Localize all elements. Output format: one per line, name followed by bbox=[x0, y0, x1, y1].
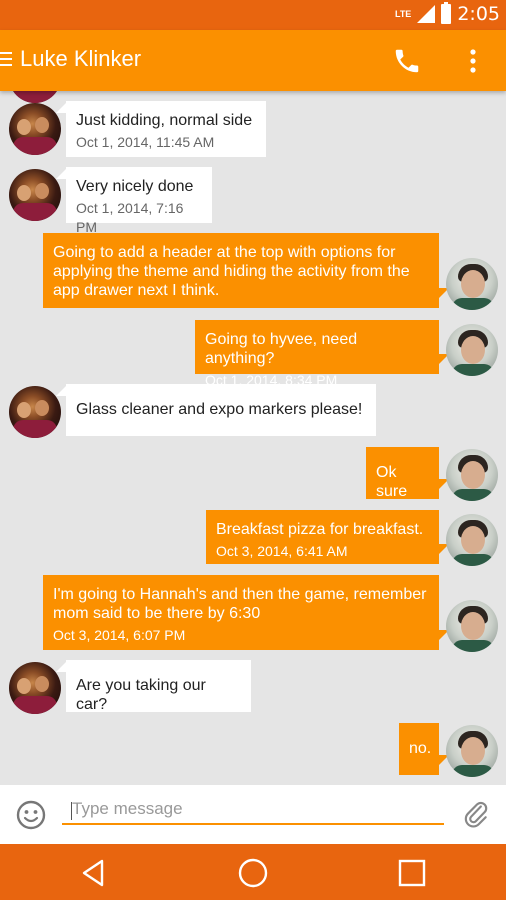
clock: 2:05 bbox=[457, 3, 500, 25]
message-text: Going to hyvee, need anything? bbox=[205, 331, 358, 367]
my-avatar[interactable] bbox=[446, 449, 498, 501]
message-text: I'm going to Hannah's and then the game,… bbox=[53, 586, 427, 622]
message-list[interactable]: Just kidding, normal side Oct 1, 2014, 1… bbox=[0, 91, 506, 785]
message-text: Just kidding, normal side bbox=[76, 112, 253, 129]
network-type: LTE bbox=[394, 8, 412, 19]
my-avatar[interactable] bbox=[446, 600, 498, 652]
contact-avatar[interactable] bbox=[9, 103, 61, 155]
outgoing-message[interactable]: Breakfast pizza for breakfast. Oct 3, 20… bbox=[206, 510, 439, 564]
message-timestamp: Oct 3, 2014, 6:07 PM bbox=[53, 627, 186, 643]
message-text: Glass cleaner and expo markers please! bbox=[76, 401, 363, 418]
signal-icon bbox=[417, 5, 436, 23]
message-text: Breakfast pizza for breakfast. bbox=[216, 521, 424, 538]
my-avatar[interactable] bbox=[446, 725, 498, 777]
incoming-message[interactable]: Just kidding, normal side Oct 1, 2014, 1… bbox=[66, 101, 266, 157]
home-icon[interactable] bbox=[238, 858, 268, 888]
my-avatar[interactable] bbox=[446, 514, 498, 566]
contact-avatar[interactable] bbox=[9, 662, 61, 714]
outgoing-message[interactable]: Ok sure bbox=[366, 447, 439, 500]
message-timestamp: Oct 1, 2014, 11:45 AM bbox=[76, 134, 215, 150]
message-input[interactable] bbox=[62, 795, 444, 825]
attach-icon[interactable] bbox=[463, 800, 489, 828]
my-avatar[interactable] bbox=[446, 258, 498, 310]
message-composer bbox=[0, 785, 506, 844]
emoji-icon[interactable] bbox=[16, 800, 46, 830]
message-text: Are you taking our car? bbox=[76, 677, 206, 713]
message-timestamp: Oct 3, 2014, 6:41 AM bbox=[216, 543, 348, 559]
message-text: Very nicely done bbox=[76, 178, 194, 195]
incoming-message[interactable]: Very nicely done Oct 1, 2014, 7:16 PM bbox=[66, 167, 212, 235]
outgoing-message[interactable]: I'm going to Hannah's and then the game,… bbox=[43, 575, 439, 650]
message-text: no. bbox=[409, 740, 432, 757]
recents-icon[interactable] bbox=[398, 859, 426, 887]
battery-icon bbox=[441, 2, 452, 24]
message-timestamp: Oct 1, 2014, 7:16 PM bbox=[76, 200, 184, 235]
message-text: Going to add a header at the top with op… bbox=[53, 244, 410, 299]
my-avatar[interactable] bbox=[446, 324, 498, 376]
conversation-title: Luke Klinker bbox=[20, 46, 142, 71]
phone-icon[interactable] bbox=[392, 46, 422, 76]
contact-avatar[interactable] bbox=[9, 386, 61, 438]
status-bar: LTE 2:05 bbox=[0, 0, 506, 30]
contact-avatar[interactable] bbox=[9, 91, 61, 103]
outgoing-message[interactable]: Going to add a header at the top with op… bbox=[43, 233, 439, 308]
text-cursor bbox=[71, 802, 72, 820]
outgoing-message[interactable]: no. bbox=[399, 723, 439, 775]
incoming-message[interactable]: Are you taking our car? bbox=[66, 660, 251, 713]
incoming-message[interactable]: Glass cleaner and expo markers please! bbox=[66, 384, 376, 436]
system-nav-bar bbox=[0, 844, 506, 900]
outgoing-message[interactable]: Going to hyvee, need anything? Oct 1, 20… bbox=[195, 320, 439, 388]
back-icon[interactable] bbox=[78, 858, 108, 888]
menu-icon[interactable] bbox=[0, 52, 12, 68]
contact-avatar[interactable] bbox=[9, 169, 61, 221]
app-bar: Luke Klinker bbox=[0, 30, 506, 91]
message-text: Ok sure bbox=[376, 464, 408, 500]
more-vert-icon[interactable] bbox=[465, 47, 481, 75]
